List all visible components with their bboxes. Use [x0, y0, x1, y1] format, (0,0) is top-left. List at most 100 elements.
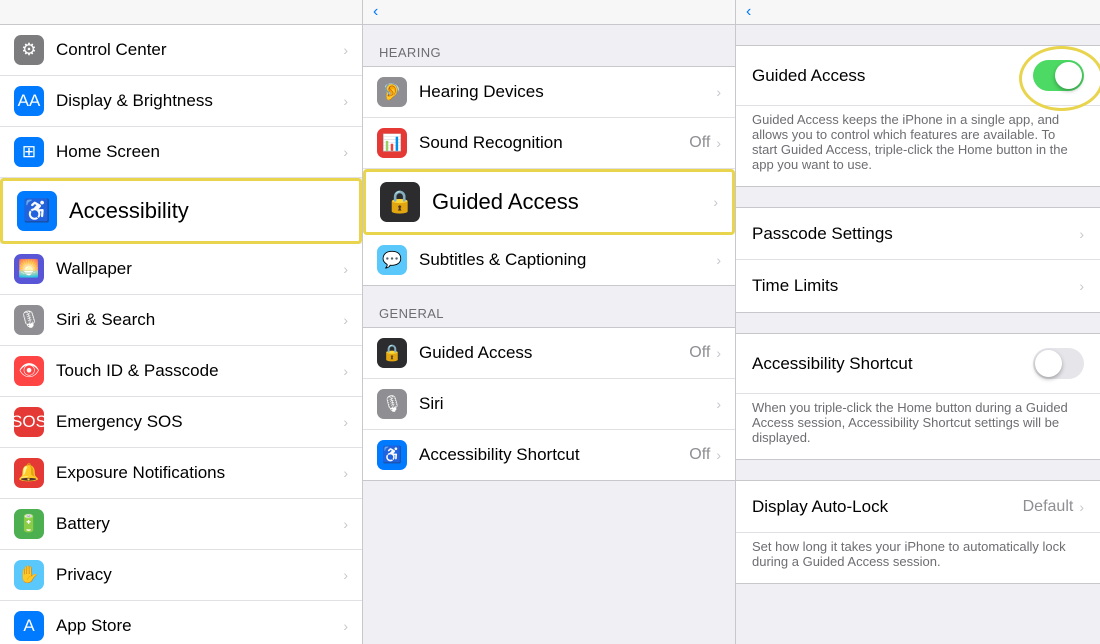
left-item-privacy[interactable]: ✋Privacy› [0, 550, 362, 601]
right-section-2: Passcode Settings›Time Limits› [736, 207, 1100, 313]
right-guided-access-item: Guided Access [736, 46, 1100, 106]
left-item-touchid[interactable]: 👁 Touch ID & Passcode› [0, 346, 362, 397]
right-accessibility-shortcut-toggle[interactable] [1033, 348, 1084, 379]
right-display-autolock-description: Set how long it takes your iPhone to aut… [736, 533, 1100, 583]
accessibility-shortcut-mid-chevron: › [716, 447, 721, 463]
hearing-devices-mid-chevron: › [716, 84, 721, 100]
right-passcode-timelimits: Passcode Settings›Time Limits› [736, 207, 1100, 313]
exposure-icon: 🔔 [14, 458, 44, 488]
mid-back-button[interactable]: ‹ [373, 3, 380, 21]
left-item-display[interactable]: AADisplay & Brightness› [0, 76, 362, 127]
appstore-icon: A [14, 611, 44, 641]
right-display-autolock-chevron: › [1079, 499, 1084, 515]
right-display-autolock-section: Display Auto-LockDefault › Set how long it… [736, 480, 1100, 584]
touchid-label: Touch ID & Passcode [56, 361, 343, 381]
left-item-home-screen[interactable]: ⊞Home Screen› [0, 127, 362, 178]
hearing-devices-mid-label: Hearing Devices [419, 82, 716, 102]
right-back-button[interactable]: ‹ [746, 3, 753, 21]
left-item-exposure[interactable]: 🔔Exposure Notifications› [0, 448, 362, 499]
appstore-label: App Store [56, 616, 343, 636]
right-section-4: Display Auto-LockDefault › Set how long it… [736, 480, 1100, 584]
left-item-battery[interactable]: 🔋 Battery› [0, 499, 362, 550]
guided-access-2-mid-label: Guided Access [419, 343, 689, 363]
right-accessibility-shortcut-description: When you triple-click the Home button du… [736, 394, 1100, 459]
right-section-1: Guided AccessGuided Access keeps the iPh… [736, 45, 1100, 187]
subtitles-mid-chevron: › [716, 252, 721, 268]
right-accessibility-shortcut-section: Accessibility Shortcut When you triple-cl… [736, 333, 1100, 460]
privacy-chevron: › [343, 567, 348, 583]
mid-panel: ‹ HEARING🦻Hearing Devices›📊Sound Recogni… [363, 0, 736, 644]
subtitles-mid-icon: 💬 [377, 245, 407, 275]
mid-item-hearing-devices[interactable]: 🦻 Hearing Devices› [363, 67, 735, 118]
right-item-passcode-settings[interactable]: Passcode Settings› [736, 208, 1100, 260]
right-display-autolock-value: Default [1023, 498, 1074, 516]
battery-icon: 🔋 [14, 509, 44, 539]
right-guided-access-row: Guided AccessGuided Access keeps the iPh… [736, 45, 1100, 187]
right-display-autolock-label: Display Auto-Lock [752, 497, 1023, 517]
left-item-appstore[interactable]: A App Store› [0, 601, 362, 644]
left-item-accessibility[interactable]: ♿ Accessibility [0, 178, 362, 244]
mid-item-guided-access-2[interactable]: 🔒Guided AccessOff› [363, 328, 735, 379]
privacy-icon: ✋ [14, 560, 44, 590]
display-chevron: › [343, 93, 348, 109]
siri-label: Siri & Search [56, 310, 343, 330]
left-panel-header [0, 0, 362, 25]
mid-item-subtitles[interactable]: 💬 Subtitles & Captioning› [363, 235, 735, 285]
right-guided-access-label: Guided Access [752, 66, 1033, 86]
label-time-limits: Time Limits [752, 276, 1079, 296]
touchid-chevron: › [343, 363, 348, 379]
mid-section-general: GENERAL [363, 286, 735, 327]
control-center-chevron: › [343, 42, 348, 58]
left-item-control-center[interactable]: ⚙ Control Center› [0, 25, 362, 76]
guided-access-2-mid-icon: 🔒 [377, 338, 407, 368]
right-accessibility-shortcut-label: Accessibility Shortcut [752, 354, 1033, 374]
battery-label: Battery [56, 514, 343, 534]
touchid-icon: 👁 [14, 356, 44, 386]
emergency-icon: SOS [14, 407, 44, 437]
right-back-chevron: ‹ [746, 3, 751, 21]
accessibility-shortcut-mid-icon: ♿ [377, 440, 407, 470]
hearing-devices-mid-icon: 🦻 [377, 77, 407, 107]
left-item-emergency[interactable]: SOSEmergency SOS› [0, 397, 362, 448]
mid-item-sound-recognition[interactable]: 📊 Sound RecognitionOff › [363, 118, 735, 169]
guided-access-2-mid-value: Off [689, 344, 710, 362]
guided-access-mid-chevron: › [713, 194, 718, 210]
accessibility-label: Accessibility [69, 198, 345, 224]
mid-item-guided-access[interactable]: 🔒 Guided Access› [363, 169, 735, 235]
mid-item-accessibility-shortcut[interactable]: ♿Accessibility ShortcutOff› [363, 430, 735, 480]
right-content: Guided AccessGuided Access keeps the iPh… [736, 25, 1100, 584]
accessibility-icon: ♿ [17, 191, 57, 231]
left-item-siri[interactable]: 🎙Siri & Search› [0, 295, 362, 346]
right-display-autolock-item[interactable]: Display Auto-LockDefault › [736, 481, 1100, 533]
accessibility-shortcut-mid-label: Accessibility Shortcut [419, 445, 689, 465]
right-guided-access-toggle[interactable] [1033, 60, 1084, 91]
home-screen-chevron: › [343, 144, 348, 160]
right-item-time-limits[interactable]: Time Limits› [736, 260, 1100, 312]
right-accessibility-shortcut-toggle-thumb [1035, 350, 1062, 377]
left-item-wallpaper[interactable]: 🌅Wallpaper› [0, 244, 362, 295]
mid-item-siri-2[interactable]: 🎙Siri› [363, 379, 735, 430]
sound-recognition-mid-label: Sound Recognition [419, 133, 689, 153]
left-list: ⚙Control Center›AADisplay & Brightness›⊞… [0, 25, 362, 644]
sound-recognition-mid-icon: 📊 [377, 128, 407, 158]
appstore-chevron: › [343, 618, 348, 634]
wallpaper-icon: 🌅 [14, 254, 44, 284]
home-screen-label: Home Screen [56, 142, 343, 162]
sound-recognition-mid-value: Off [689, 134, 710, 152]
right-guided-access-toggle-thumb [1055, 62, 1082, 89]
emergency-label: Emergency SOS [56, 412, 343, 432]
guided-access-mid-icon: 🔒 [380, 182, 420, 222]
label-passcode-settings: Passcode Settings [752, 224, 1079, 244]
exposure-label: Exposure Notifications [56, 463, 343, 483]
wallpaper-label: Wallpaper [56, 259, 343, 279]
control-center-icon: ⚙ [14, 35, 44, 65]
chevron-time-limits: › [1079, 278, 1084, 294]
guided-access-mid-label: Guided Access [432, 189, 713, 215]
subtitles-mid-label: Subtitles & Captioning [419, 250, 716, 270]
control-center-label: Control Center [56, 40, 343, 60]
mid-back-chevron: ‹ [373, 3, 378, 21]
battery-chevron: › [343, 516, 348, 532]
right-accessibility-shortcut-item: Accessibility Shortcut [736, 334, 1100, 394]
mid-nav-bar: ‹ [363, 0, 735, 25]
sound-recognition-mid-chevron: › [716, 135, 721, 151]
